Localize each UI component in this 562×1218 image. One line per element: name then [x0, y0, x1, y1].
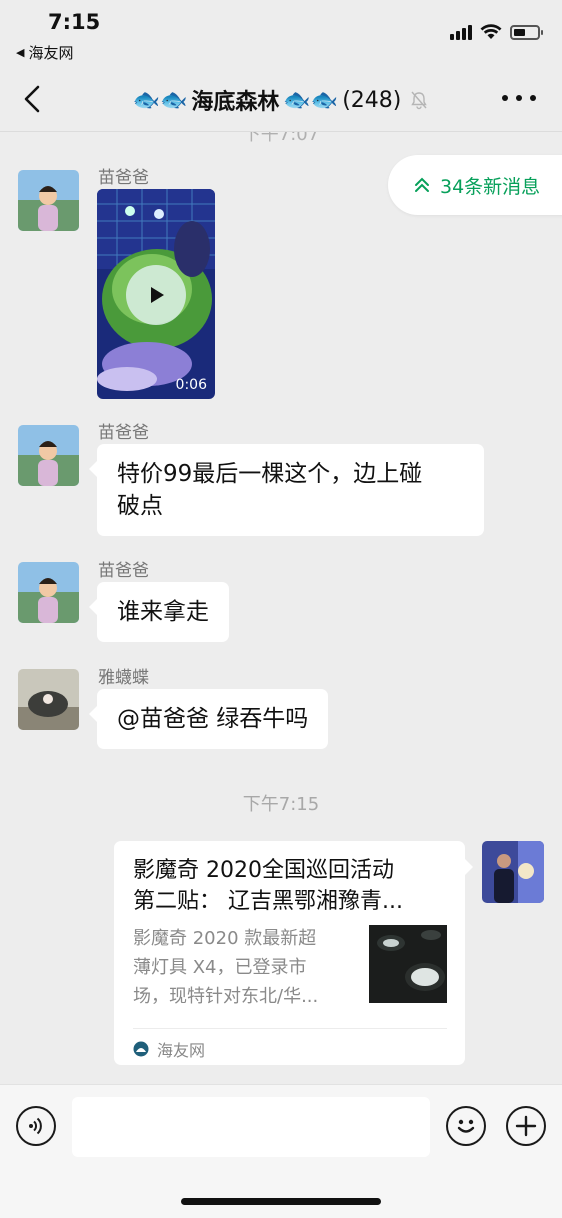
link-card-thumbnail	[369, 925, 447, 1003]
double-chevron-up-icon	[415, 177, 429, 192]
play-icon[interactable]	[126, 265, 186, 325]
cellular-signal-icon	[450, 24, 472, 40]
sender-name: 雅蠛蝶	[98, 668, 149, 688]
card-title-line: 影魔奇 2020全国巡回活动	[133, 858, 394, 883]
avatar[interactable]	[482, 841, 544, 903]
fish-emoji-prefix: 🐟🐟	[132, 87, 188, 113]
new-messages-label: 34条新消息	[440, 175, 541, 198]
message-text: 谁来拿走	[117, 599, 209, 625]
status-time: 7:15	[48, 10, 101, 34]
timestamp-partial: 下午7:07	[242, 132, 320, 145]
link-card[interactable]: 影魔奇 2020全国巡回活动 第二贴： 辽吉黑鄂湘豫青... 影魔奇 2020 …	[114, 841, 473, 1065]
card-desc-line: 影魔奇 2020 款最新超	[133, 928, 317, 949]
source-name: 海友网	[157, 1041, 206, 1060]
card-desc-line: 薄灯具 X4，已登录市	[133, 957, 307, 978]
return-app-label: 海友网	[28, 44, 74, 62]
video-duration: 0:06	[175, 377, 207, 393]
plus-icon[interactable]	[506, 1106, 546, 1146]
battery-icon	[510, 24, 543, 40]
timestamp: 下午7:15	[242, 794, 320, 815]
group-title: 🐟🐟 海底森林 🐟🐟 (248)	[0, 84, 562, 116]
text-message-bubble[interactable]: @苗爸爸 绿吞牛吗	[88, 689, 329, 749]
source-logo-icon	[133, 1041, 149, 1057]
card-desc-line: 场，现特针对东北/华...	[133, 986, 319, 1007]
voice-icon[interactable]	[16, 1106, 56, 1146]
back-triangle-icon: ◀	[16, 46, 25, 59]
new-messages-button[interactable]: 34条新消息	[388, 155, 562, 215]
link-card-title: 影魔奇 2020全国巡回活动 第二贴： 辽吉黑鄂湘豫青...	[133, 855, 453, 917]
mute-bell-icon	[411, 91, 428, 110]
member-count: (248)	[342, 87, 402, 113]
card-title-line: 第二贴： 辽吉黑鄂湘豫青...	[133, 889, 403, 914]
more-dots-icon[interactable]	[502, 86, 536, 110]
message-line: 特价99最后一棵这个，边上碰	[117, 461, 423, 487]
message-line: 破点	[117, 493, 163, 519]
sender-name: 苗爸爸	[98, 561, 149, 581]
fish-emoji-suffix: 🐟🐟	[283, 87, 339, 113]
group-name: 海底森林	[191, 90, 280, 115]
avatar[interactable]	[18, 669, 79, 730]
link-card-description: 影魔奇 2020 款最新超 薄灯具 X4，已登录市 场，现特针对东北/华...	[133, 924, 351, 1011]
emoji-icon[interactable]	[446, 1106, 486, 1146]
text-message-bubble[interactable]: 特价99最后一棵这个，边上碰 破点	[89, 444, 484, 536]
avatar[interactable]	[18, 562, 79, 623]
text-message-bubble[interactable]: 谁来拿走	[89, 582, 229, 642]
avatar[interactable]	[18, 170, 79, 231]
card-divider	[133, 1028, 447, 1029]
sender-name: 苗爸爸	[98, 423, 149, 443]
link-card-source: 海友网	[133, 1037, 205, 1061]
status-icons	[450, 24, 543, 40]
chat-message-list[interactable]: 下午7:07 苗爸爸 0:06 苗爸爸 特价99最后一棵这个，边上碰 破点 苗爸…	[0, 132, 562, 1084]
chat-header: 🐟🐟 海底森林 🐟🐟 (248)	[0, 64, 562, 132]
status-bar: 7:15 ◀ 海友网	[0, 0, 562, 64]
avatar[interactable]	[18, 425, 79, 486]
wifi-icon	[480, 24, 502, 39]
home-indicator[interactable]	[181, 1198, 381, 1205]
sender-name: 苗爸爸	[98, 168, 149, 188]
message-text: @苗爸爸 绿吞牛吗	[117, 706, 309, 732]
video-message[interactable]: 0:06	[97, 189, 215, 399]
message-input[interactable]	[72, 1097, 430, 1157]
return-to-app-link[interactable]: ◀ 海友网	[16, 42, 73, 63]
